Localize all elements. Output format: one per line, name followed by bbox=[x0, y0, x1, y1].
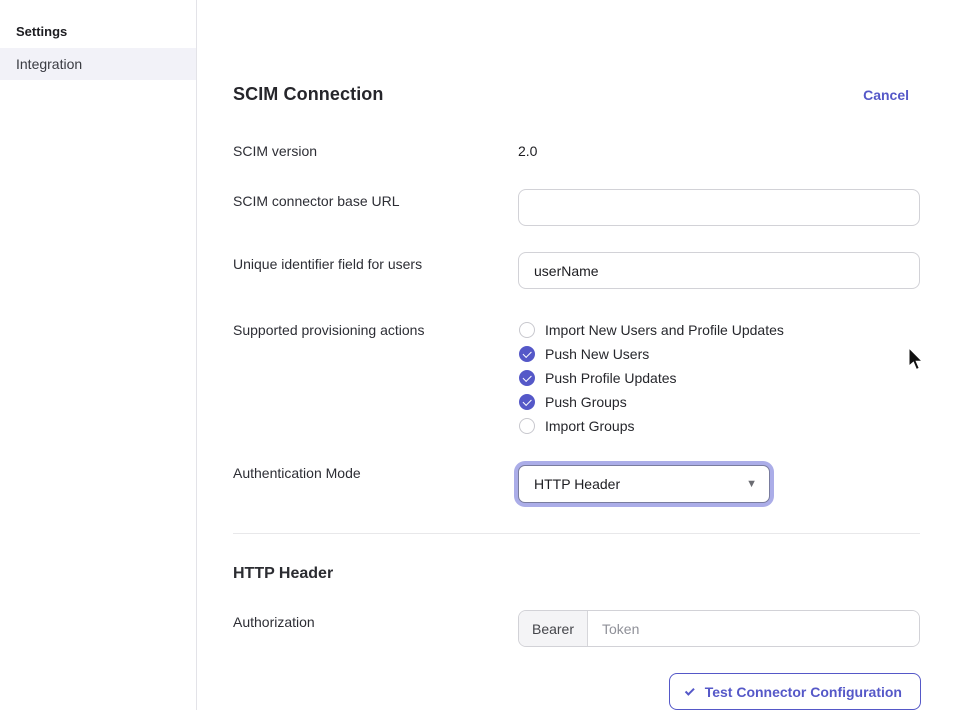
test-connector-configuration-button[interactable]: Test Connector Configuration bbox=[669, 673, 921, 710]
checkbox-label: Push New Users bbox=[545, 346, 649, 362]
unique-identifier-input[interactable] bbox=[518, 252, 920, 289]
token-input[interactable] bbox=[588, 611, 919, 646]
auth-mode-selected-value: HTTP Header bbox=[534, 476, 620, 492]
bearer-prefix: Bearer bbox=[519, 611, 588, 646]
base-url-label: SCIM connector base URL bbox=[233, 189, 518, 209]
checkbox-row-push-new-users[interactable]: Push New Users bbox=[518, 342, 920, 366]
authorization-row: Authorization Bearer bbox=[233, 610, 920, 647]
base-url-row: SCIM connector base URL bbox=[233, 189, 920, 226]
check-icon bbox=[685, 686, 695, 696]
http-header-section-title: HTTP Header bbox=[233, 565, 920, 583]
settings-sidebar: Settings Integration bbox=[0, 0, 197, 710]
page-header: SCIM Connection Cancel bbox=[233, 84, 920, 105]
chevron-down-icon: ▼ bbox=[746, 479, 757, 490]
unique-identifier-row: Unique identifier field for users bbox=[233, 252, 920, 289]
scim-version-label: SCIM version bbox=[233, 143, 518, 159]
checkbox-row-import-new-users[interactable]: Import New Users and Profile Updates bbox=[518, 318, 920, 342]
sidebar-title: Settings bbox=[0, 0, 196, 48]
checkbox-icon[interactable] bbox=[519, 418, 535, 434]
base-url-input[interactable] bbox=[518, 189, 920, 226]
sidebar-item-label: Integration bbox=[16, 56, 82, 72]
page-title: SCIM Connection bbox=[233, 84, 384, 105]
scim-version-row: SCIM version 2.0 bbox=[233, 143, 920, 161]
checkbox-row-push-profile-updates[interactable]: Push Profile Updates bbox=[518, 366, 920, 390]
scim-version-value: 2.0 bbox=[518, 143, 537, 159]
cancel-link[interactable]: Cancel bbox=[863, 87, 909, 103]
provisioning-actions-label: Supported provisioning actions bbox=[233, 318, 518, 338]
authorization-label: Authorization bbox=[233, 610, 518, 630]
auth-mode-row: Authentication Mode HTTP Header ▼ bbox=[233, 461, 920, 503]
sidebar-item-integration[interactable]: Integration bbox=[0, 48, 196, 80]
checkbox-icon[interactable] bbox=[519, 394, 535, 410]
checkbox-row-push-groups[interactable]: Push Groups bbox=[518, 390, 920, 414]
authorization-input-group: Bearer bbox=[518, 610, 920, 647]
checkbox-label: Import Groups bbox=[545, 418, 634, 434]
checkbox-label: Push Profile Updates bbox=[545, 370, 677, 386]
checkbox-icon[interactable] bbox=[519, 346, 535, 362]
checkbox-icon[interactable] bbox=[519, 370, 535, 386]
section-divider bbox=[233, 533, 920, 534]
auth-mode-select[interactable]: HTTP Header ▼ bbox=[518, 465, 770, 503]
checkbox-icon[interactable] bbox=[519, 322, 535, 338]
main-panel: SCIM Connection Cancel SCIM version 2.0 … bbox=[197, 0, 969, 710]
checkbox-label: Push Groups bbox=[545, 394, 627, 410]
provisioning-actions-row: Supported provisioning actions Import Ne… bbox=[233, 318, 920, 438]
unique-identifier-label: Unique identifier field for users bbox=[233, 252, 518, 272]
test-button-label: Test Connector Configuration bbox=[705, 684, 902, 700]
provisioning-options: Import New Users and Profile Updates Pus… bbox=[518, 318, 920, 438]
footer-actions: Test Connector Configuration bbox=[233, 673, 920, 710]
checkbox-row-import-groups[interactable]: Import Groups bbox=[518, 414, 920, 438]
checkbox-label: Import New Users and Profile Updates bbox=[545, 322, 784, 338]
auth-mode-label: Authentication Mode bbox=[233, 461, 518, 481]
